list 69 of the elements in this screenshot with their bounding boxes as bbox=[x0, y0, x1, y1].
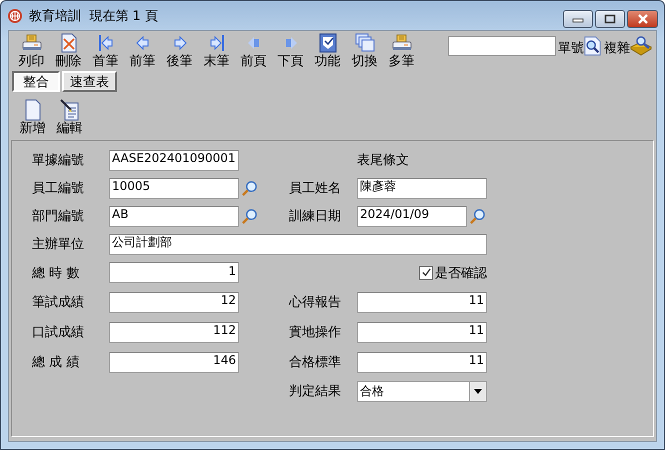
print-button[interactable]: 列印 bbox=[13, 33, 50, 69]
new-button[interactable]: 新增 bbox=[14, 99, 51, 137]
field-label: 單據編號 bbox=[32, 152, 85, 169]
print-button[interactable]: 多筆 bbox=[383, 33, 420, 69]
input-field[interactable]: 陳彥蓉 bbox=[357, 178, 487, 198]
search-icon[interactable] bbox=[241, 180, 258, 196]
input-field[interactable]: 1 bbox=[109, 262, 239, 283]
checkbox-label: 是否確認 bbox=[435, 264, 487, 282]
input-field[interactable]: 11 bbox=[357, 352, 487, 372]
field-label: 口試成績 bbox=[32, 324, 85, 341]
input-field[interactable]: 11 bbox=[357, 322, 487, 342]
delete-icon bbox=[58, 33, 78, 53]
input-field[interactable]: 12 bbox=[109, 292, 239, 312]
next-page-button[interactable]: 下頁 bbox=[272, 33, 309, 69]
result-dropdown[interactable]: 合格 bbox=[357, 380, 487, 402]
field-label: 訓練日期 bbox=[289, 208, 342, 225]
dropdown-arrow-icon bbox=[474, 388, 482, 394]
field-label: 總 成 績 bbox=[32, 354, 80, 371]
switch-button[interactable]: 切換 bbox=[346, 33, 383, 69]
checkbox[interactable] bbox=[419, 266, 433, 280]
first-button[interactable]: 首筆 bbox=[87, 33, 124, 69]
field-label: 合格標準 bbox=[289, 354, 342, 371]
tab[interactable]: 整合 bbox=[12, 71, 60, 92]
input-field[interactable]: 112 bbox=[109, 322, 239, 342]
edit-button[interactable]: 編輯 bbox=[51, 99, 88, 137]
field-label: 實地操作 bbox=[289, 324, 342, 341]
field-label: 員工編號 bbox=[32, 180, 85, 197]
input-field[interactable]: 11 bbox=[357, 292, 487, 312]
search-field[interactable] bbox=[448, 36, 556, 56]
printer-icon bbox=[22, 33, 42, 53]
search-icon[interactable] bbox=[584, 36, 602, 56]
maximize-button[interactable] bbox=[595, 10, 625, 28]
field-label: 判定結果 bbox=[289, 383, 342, 400]
printer-icon bbox=[392, 33, 412, 53]
minimize-button[interactable] bbox=[563, 10, 593, 28]
prev-button[interactable]: 前筆 bbox=[124, 33, 161, 69]
field-label: 總 時 數 bbox=[32, 264, 80, 282]
field-label: 部門編號 bbox=[32, 208, 85, 225]
input-field[interactable]: 10005 bbox=[109, 178, 239, 198]
input-field[interactable]: 公司計劃部 bbox=[109, 234, 487, 254]
tab[interactable]: 速查表 bbox=[62, 71, 117, 92]
input-field[interactable]: AASE202401090001 bbox=[109, 150, 239, 170]
search-icon[interactable] bbox=[469, 208, 486, 224]
input-field[interactable]: 146 bbox=[109, 352, 239, 372]
document-icon bbox=[22, 99, 42, 121]
field-label: 員工姓名 bbox=[289, 180, 342, 197]
field-label: 心得報告 bbox=[289, 294, 342, 311]
windows-icon bbox=[354, 33, 374, 53]
window-title: 教育培訓 現在第 1 頁 bbox=[29, 8, 158, 24]
search-icon[interactable] bbox=[241, 208, 258, 224]
document-pen-icon bbox=[60, 99, 80, 121]
field-label: 筆試成績 bbox=[32, 294, 85, 311]
close-icon bbox=[636, 14, 648, 24]
search-label: 單號 bbox=[558, 40, 584, 57]
advanced-search-icon[interactable] bbox=[630, 34, 652, 56]
maximize-icon bbox=[604, 14, 616, 24]
function-button[interactable]: 功能 bbox=[309, 33, 346, 69]
advanced-search-label: 複雜 bbox=[604, 40, 630, 57]
app-logo-icon bbox=[7, 8, 23, 24]
next-button[interactable]: 後筆 bbox=[161, 33, 198, 69]
prev-page-button[interactable]: 前頁 bbox=[235, 33, 272, 69]
date-field[interactable]: 2024/01/09 bbox=[357, 206, 467, 226]
input-field[interactable]: AB bbox=[109, 206, 239, 226]
field-label: 主辦單位 bbox=[32, 236, 85, 253]
delete-button[interactable]: 刪除 bbox=[50, 33, 87, 69]
close-button[interactable] bbox=[627, 10, 658, 28]
last-button[interactable]: 末筆 bbox=[198, 33, 235, 69]
shield-check-icon bbox=[318, 33, 338, 53]
footer-text-label: 表尾條文 bbox=[357, 152, 409, 169]
